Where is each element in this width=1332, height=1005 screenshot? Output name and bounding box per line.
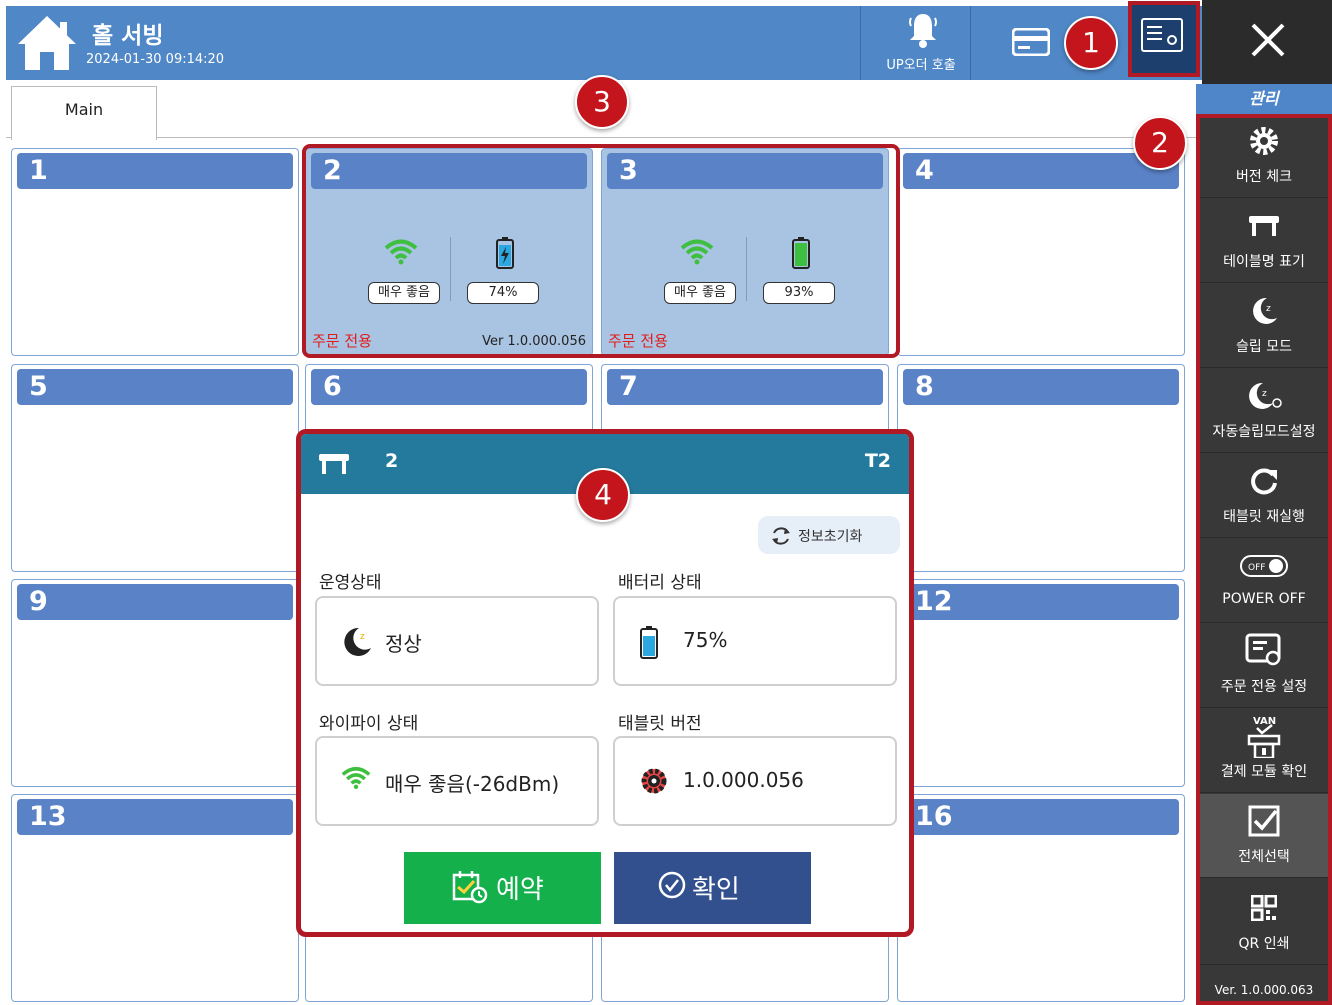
battery-status-value: 75% bbox=[683, 628, 728, 652]
header-divider bbox=[860, 6, 861, 80]
check-circle-icon bbox=[658, 871, 686, 899]
payment-card-button[interactable] bbox=[1011, 27, 1064, 64]
table-cell[interactable]: 5 bbox=[11, 364, 299, 572]
table-cell[interactable]: 13 bbox=[11, 794, 299, 1002]
wifi-status-label: 와이파이 상태 bbox=[319, 714, 419, 734]
table-number: 1 bbox=[17, 153, 293, 189]
annotation-highlight-sidebar bbox=[1196, 114, 1332, 1005]
annotation-badge-3: 3 bbox=[575, 75, 629, 129]
table-number: 5 bbox=[17, 369, 293, 405]
header-bar: 홀 서빙 2024-01-30 09:14:20 UP오더 호출 bbox=[6, 6, 1202, 80]
table-cell[interactable]: 9 bbox=[11, 579, 299, 787]
operation-status-box: z 정상 bbox=[315, 596, 599, 686]
sleep-moon-icon: z bbox=[344, 627, 371, 656]
reset-info-label: 정보초기화 bbox=[798, 529, 863, 545]
datetime-label: 2024-01-30 09:14:20 bbox=[86, 52, 225, 67]
popup-table-tag: T2 bbox=[864, 450, 891, 472]
reserve-label: 예약 bbox=[496, 875, 544, 905]
table-cell[interactable]: 12 bbox=[897, 579, 1185, 787]
wifi-status-box: 매우 좋음(-26dBm) bbox=[315, 736, 599, 826]
table-number: 7 bbox=[607, 369, 883, 405]
table-number: 16 bbox=[903, 799, 1179, 835]
confirm-label: 확인 bbox=[692, 875, 740, 905]
up-order-call-label: UP오더 호출 bbox=[886, 58, 956, 73]
reserve-button[interactable]: 예약 bbox=[404, 852, 601, 924]
operation-status-label: 운영상태 bbox=[319, 573, 382, 593]
wifi-icon bbox=[341, 766, 371, 790]
table-icon bbox=[319, 454, 349, 474]
table-number: 9 bbox=[17, 584, 293, 620]
tablet-version-label: 태블릿 버전 bbox=[618, 714, 702, 734]
app-title: 홀 서빙 bbox=[92, 23, 164, 49]
wifi-status-value: 매우 좋음(-26dBm) bbox=[385, 772, 560, 796]
annotation-highlight-active-tables bbox=[302, 144, 900, 358]
bell-icon bbox=[909, 14, 937, 48]
close-button[interactable] bbox=[1202, 0, 1332, 84]
svg-text:z: z bbox=[360, 632, 365, 642]
table-cell[interactable]: 4 bbox=[897, 148, 1185, 356]
table-number: 8 bbox=[903, 369, 1179, 405]
settings-sliders-icon bbox=[1141, 18, 1183, 52]
header-divider bbox=[970, 6, 971, 80]
tablet-version-box: 1.0.000.056 bbox=[613, 736, 897, 826]
operation-status-value: 정상 bbox=[385, 632, 422, 656]
table-number: 13 bbox=[17, 799, 293, 835]
gear-icon bbox=[641, 768, 667, 794]
calendar-clock-icon bbox=[452, 871, 488, 904]
confirm-button[interactable]: 확인 bbox=[614, 852, 811, 924]
battery-icon bbox=[640, 626, 658, 659]
battery-status-box: 75% bbox=[613, 596, 897, 686]
table-cell[interactable]: 1 bbox=[11, 148, 299, 356]
table-cell[interactable]: 16 bbox=[897, 794, 1185, 1002]
refresh-icon bbox=[772, 527, 790, 545]
annotation-badge-4: 4 bbox=[576, 468, 630, 522]
close-icon bbox=[1251, 23, 1285, 57]
annotation-badge-2: 2 bbox=[1133, 116, 1187, 170]
annotation-badge-1: 1 bbox=[1064, 16, 1118, 70]
management-settings-button[interactable] bbox=[1128, 1, 1200, 77]
tablet-version-value: 1.0.000.056 bbox=[683, 768, 804, 792]
tab-divider bbox=[6, 137, 11, 138]
credit-card-icon bbox=[1011, 27, 1051, 57]
tab-main[interactable]: Main bbox=[11, 86, 157, 140]
reset-info-button[interactable]: 정보초기화 bbox=[758, 516, 900, 554]
management-sidebar: 관리 버전 체크 테이블명 표기 z 슬립 모드 z 자동슬립모드설정 태블릿 … bbox=[1196, 84, 1332, 1005]
table-number: 6 bbox=[311, 369, 587, 405]
up-order-call-button[interactable]: UP오더 호출 bbox=[866, 6, 976, 80]
battery-status-label: 배터리 상태 bbox=[618, 573, 702, 593]
table-cell[interactable]: 8 bbox=[897, 364, 1185, 572]
sidebar-section-label: 관리 bbox=[1196, 84, 1332, 114]
tab-divider bbox=[157, 137, 1196, 138]
home-icon[interactable] bbox=[16, 14, 78, 72]
popup-table-number: 2 bbox=[385, 450, 399, 472]
table-number: 12 bbox=[903, 584, 1179, 620]
